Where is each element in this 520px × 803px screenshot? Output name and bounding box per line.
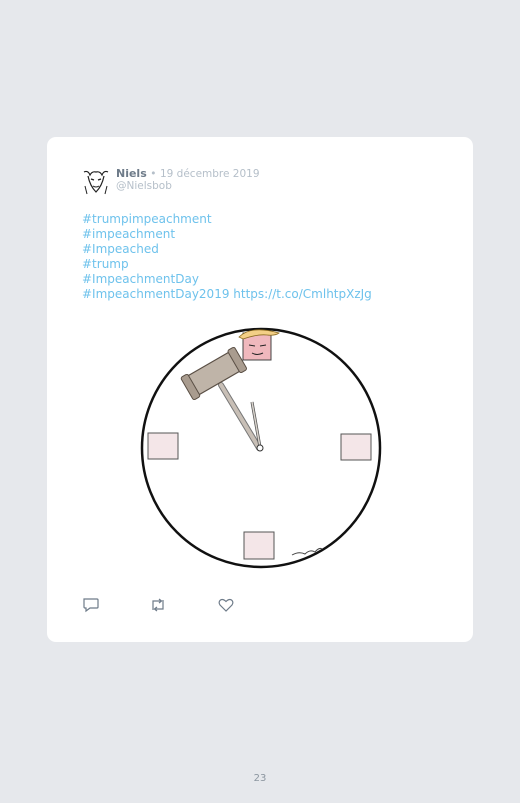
retweet-icon[interactable] xyxy=(149,597,167,613)
clock-marker-right xyxy=(340,433,372,461)
tweet-header: Niels • 19 décembre 2019 xyxy=(116,167,260,181)
author-name[interactable]: Niels xyxy=(116,167,147,180)
clock-marker-left xyxy=(147,432,179,460)
reply-icon[interactable] xyxy=(82,597,100,613)
hashtag-link[interactable]: #ImpeachmentDay xyxy=(82,272,372,287)
author-handle[interactable]: @Nielsbob xyxy=(116,180,172,192)
author-avatar[interactable] xyxy=(82,166,110,196)
tweet-card: Niels • 19 décembre 2019 @Nielsbob #trum… xyxy=(47,137,473,642)
page-number: 23 xyxy=(253,773,267,784)
tweet-date[interactable]: 19 décembre 2019 xyxy=(160,168,260,180)
tweet-media-image[interactable] xyxy=(139,325,385,571)
like-icon[interactable] xyxy=(217,597,235,613)
clock-marker-bottom xyxy=(243,531,275,560)
header-separator: • xyxy=(150,168,157,180)
clock-center xyxy=(256,444,264,452)
hashtag-link[interactable]: #trump xyxy=(82,257,372,272)
hashtag-link[interactable]: #impeachment xyxy=(82,227,372,242)
hashtag-link[interactable]: #trumpimpeachment xyxy=(82,212,372,227)
tweet-actions xyxy=(82,597,282,617)
tweet-text: #trumpimpeachment #impeachment #Impeache… xyxy=(82,212,372,302)
hashtag-link[interactable]: #Impeached xyxy=(82,242,372,257)
hashtag-and-url-link[interactable]: #ImpeachmentDay2019 https://t.co/CmlhtpX… xyxy=(82,287,372,302)
